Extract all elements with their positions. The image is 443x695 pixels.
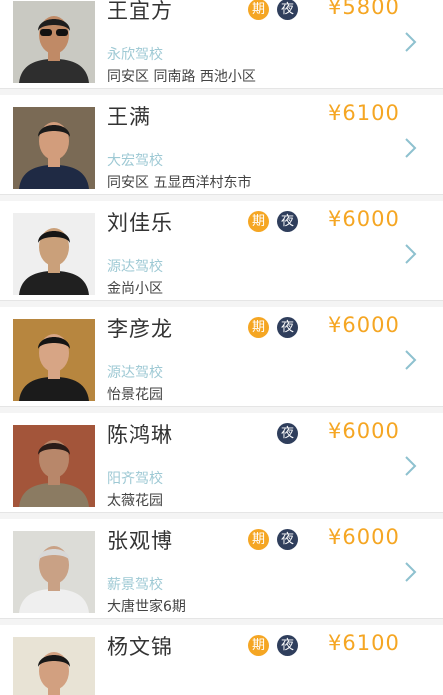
night-badge: 夜 <box>277 529 298 550</box>
avatar <box>13 531 95 613</box>
night-badge: 夜 <box>277 0 298 20</box>
instructor-name: 李彦龙 <box>107 317 173 341</box>
instructor-card[interactable]: 张观博 期 夜 ¥6000 薪景驾校 大唐世家6期 <box>0 519 443 619</box>
period-badge: 期 <box>248 317 269 338</box>
chevron-right-icon[interactable] <box>404 455 418 477</box>
instructor-card[interactable]: 王满 ¥6100 大宏驾校 同安区 五显西洋村东市 <box>0 95 443 195</box>
school-name: 源达驾校 <box>107 365 163 381</box>
night-badge: 夜 <box>277 423 298 444</box>
price: ¥5800 <box>328 0 400 19</box>
school-name: 永欣驾校 <box>107 47 163 63</box>
instructor-name: 张观博 <box>107 529 173 553</box>
period-badge: 期 <box>248 529 269 550</box>
avatar <box>13 637 95 695</box>
school-name: 源达驾校 <box>107 259 163 275</box>
price: ¥6000 <box>328 313 400 337</box>
address: 怡景花园 <box>107 387 163 403</box>
instructor-card[interactable]: 李彦龙 期 夜 ¥6000 源达驾校 怡景花园 <box>0 307 443 407</box>
avatar-portrait <box>13 1 95 83</box>
price: ¥6100 <box>328 631 400 655</box>
avatar-portrait <box>13 213 95 295</box>
chevron-right-icon[interactable] <box>404 349 418 371</box>
price: ¥6100 <box>328 101 400 125</box>
price: ¥6000 <box>328 207 400 231</box>
instructor-name: 刘佳乐 <box>107 211 173 235</box>
night-badge: 夜 <box>277 317 298 338</box>
avatar <box>13 319 95 401</box>
school-name: 薪景驾校 <box>107 577 163 593</box>
night-badge: 夜 <box>277 635 298 656</box>
address: 同安区 同南路 西池小区 <box>107 69 256 85</box>
chevron-right-icon[interactable] <box>404 243 418 265</box>
address: 同安区 五显西洋村东市 <box>107 175 252 191</box>
school-name: 大宏驾校 <box>107 153 163 169</box>
period-badge: 期 <box>248 211 269 232</box>
instructor-name: 王宜方 <box>107 0 173 23</box>
night-badge: 夜 <box>277 211 298 232</box>
avatar-portrait <box>13 319 95 401</box>
avatar-portrait <box>13 425 95 507</box>
instructor-card[interactable]: 王宜方 期 夜 ¥5800 永欣驾校 同安区 同南路 西池小区 <box>0 0 443 89</box>
price: ¥6000 <box>328 525 400 549</box>
avatar-portrait <box>13 107 95 189</box>
avatar <box>13 213 95 295</box>
instructor-name: 陈鸿琳 <box>107 423 173 447</box>
address: 太薇花园 <box>107 493 163 509</box>
avatar-portrait <box>13 637 95 695</box>
school-name: 阳齐驾校 <box>107 471 163 487</box>
avatar <box>13 425 95 507</box>
avatar <box>13 1 95 83</box>
instructor-name: 王满 <box>107 105 151 129</box>
address: 金尚小区 <box>107 281 163 297</box>
instructor-card[interactable]: 陈鸿琳 夜 ¥6000 阳齐驾校 太薇花园 <box>0 413 443 513</box>
address: 大唐世家6期 <box>107 599 186 615</box>
instructor-card[interactable]: 刘佳乐 期 夜 ¥6000 源达驾校 金尚小区 <box>0 201 443 301</box>
instructor-list: 王宜方 期 夜 ¥5800 永欣驾校 同安区 同南路 西池小区 王满 ¥6100… <box>0 0 443 695</box>
chevron-right-icon[interactable] <box>404 137 418 159</box>
avatar-portrait <box>13 531 95 613</box>
avatar <box>13 107 95 189</box>
chevron-right-icon[interactable] <box>404 31 418 53</box>
period-badge: 期 <box>248 0 269 20</box>
chevron-right-icon[interactable] <box>404 561 418 583</box>
period-badge: 期 <box>248 635 269 656</box>
price: ¥6000 <box>328 419 400 443</box>
instructor-card[interactable]: 杨文锦 期 夜 ¥6100 <box>0 625 443 695</box>
instructor-name: 杨文锦 <box>107 635 173 659</box>
